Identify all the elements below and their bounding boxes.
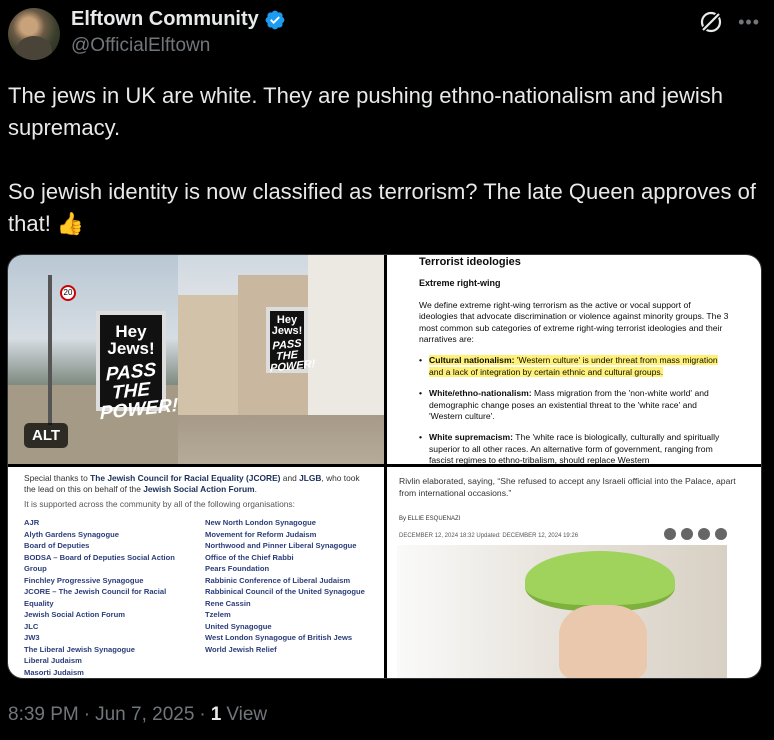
media-photo[interactable]: 20 Hey Jews! PASS THE POWER! Hey Jews! P… (8, 255, 384, 464)
media-article[interactable]: Rivlin elaborated, saying, “She refused … (387, 467, 761, 678)
org-item: JLC (24, 621, 39, 631)
mail-icon (664, 528, 676, 540)
speed-limit-sign: 20 (60, 285, 76, 301)
poster-right: Hey Jews! PASS THE POWER! (266, 307, 316, 375)
org-item: World Jewish Relief (205, 644, 277, 654)
doc-list-item: White/ethno-nationalism: Mass migration … (419, 388, 731, 422)
doc-term: White supremacism: (429, 432, 514, 443)
separator: · (83, 704, 91, 725)
org-item: Northwood and Pinner Liberal Synagogue (205, 541, 357, 551)
green-hat-shape (525, 551, 675, 611)
org-column-left: AJR Alyth Gardens Synagogue Board of Dep… (24, 517, 187, 678)
tweet-text: The jews in UK are white. They are pushi… (8, 80, 758, 240)
org-intro-text: . (254, 483, 257, 494)
org-item: Rabbinical Council of the United Synagog… (205, 587, 365, 597)
article-byline: By ELLIE ESQUENAZI (399, 516, 461, 522)
org-item: New North London Synagogue (205, 518, 316, 528)
doc-term: Cultural nationalism: (429, 355, 515, 366)
org-item: Rabbinic Conference of Liberal Judaism (205, 575, 351, 585)
tweet-date[interactable]: Jun 7, 2025 (95, 704, 194, 726)
media-grid: 20 Hey Jews! PASS THE POWER! Hey Jews! P… (7, 254, 762, 679)
org-item: The Liberal Jewish Synagogue (24, 644, 135, 654)
poster-hey-text: Hey Jews! (107, 322, 155, 358)
facebook-icon (698, 528, 710, 540)
org-intro-text: Special thanks to (24, 473, 91, 483)
org-item: Pears Foundation (205, 564, 270, 574)
poster-hey-text: Hey Jews! (271, 314, 303, 337)
tweet-paragraph: So jewish identity is now classified as … (8, 179, 756, 236)
org-item: Jewish Social Action Forum (24, 610, 125, 620)
grok-icon[interactable] (698, 9, 724, 35)
org-item: Masorti Judaism (24, 667, 84, 677)
org-item: Tzelem (205, 610, 231, 620)
org-support-text: It is supported across the community by … (24, 499, 295, 510)
org-item: Movement for Reform Judaism (205, 529, 317, 539)
tweet-paragraph: The jews in UK are white. They are pushi… (8, 83, 723, 140)
media-document[interactable]: Terrorist ideologies Extreme right-wing … (387, 255, 761, 464)
org-item: Finchley Progressive Synagogue (24, 575, 144, 585)
org-item: Alyth Gardens Synagogue (24, 529, 119, 539)
org-column-right: New North London Synagogue Movement for … (205, 517, 368, 678)
twitter-icon (681, 528, 693, 540)
author-row: Elftown Community (71, 8, 286, 31)
doc-intro: We define extreme right-wing terrorism a… (419, 299, 729, 345)
org-item: United Synagogue (205, 621, 272, 631)
org-intro-link: The Jewish Council for Racial Equality (… (90, 473, 281, 483)
alt-badge[interactable]: ALT (24, 423, 69, 448)
tweet-time[interactable]: 8:39 PM (8, 704, 79, 726)
views-count: 1 (210, 704, 222, 725)
org-intro: Special thanks to The Jewish Council for… (24, 473, 368, 494)
queen-photo (397, 545, 727, 678)
media-org-list[interactable]: Special thanks to The Jewish Council for… (8, 467, 384, 678)
org-item: BODSA – Board of Deputies Social Action … (24, 552, 175, 574)
street-photo: Hey Jews! PASS THE POWER! (178, 255, 384, 464)
terrorist-ideologies-doc: Terrorist ideologies Extreme right-wing … (387, 256, 761, 464)
org-item: Rene Cassin (205, 598, 251, 608)
org-item: JW3 (24, 633, 40, 643)
org-intro-link: Jewish Social Action Forum (143, 483, 255, 494)
display-name[interactable]: Elftown Community (71, 8, 259, 31)
org-item: West London Synagogue of British Jews (205, 633, 353, 643)
separator: · (199, 704, 206, 725)
verified-badge-icon (265, 10, 285, 29)
org-intro-text: and (280, 473, 300, 483)
views-label: View (226, 704, 268, 725)
organisations-doc: Special thanks to The Jewish Council for… (8, 467, 384, 678)
poster-pass-text: PASS THE POWER! (100, 359, 179, 425)
doc-list-item: Cultural nationalism: 'Western culture' … (419, 355, 731, 378)
doc-list-item: White supremacism: The 'white race is bi… (419, 432, 731, 464)
org-item: Board of Deputies (24, 541, 90, 551)
tweet-meta: 8:39 PM · Jun 7, 2025 · 1 View (8, 704, 267, 726)
org-item: Office of the Chief Rabbi (205, 552, 294, 562)
avatar[interactable] (8, 8, 60, 60)
org-item: Liberal Judaism (24, 656, 82, 666)
org-item: AJR (24, 518, 40, 528)
doc-subtitle: Extreme right-wing (419, 278, 501, 289)
org-item: JCORE – The Jewish Council for Racial Eq… (24, 587, 167, 608)
tweet-header: Elftown Community @OfficialElftown ••• (8, 6, 766, 62)
doc-title: Terrorist ideologies (419, 256, 521, 268)
poster-pass-text: PASS THE POWER! (270, 337, 316, 375)
org-intro-link: JLGB (299, 473, 322, 483)
poster-left: Hey Jews! PASS THE POWER! (96, 311, 178, 424)
whatsapp-icon (715, 528, 727, 540)
face-shape (559, 605, 647, 678)
doc-list: Cultural nationalism: 'Western culture' … (419, 355, 731, 464)
article-quote: Rivlin elaborated, saying, “She refused … (399, 476, 736, 498)
org-columns: AJR Alyth Gardens Synagogue Board of Dep… (24, 517, 368, 678)
share-icons (664, 528, 727, 540)
doc-term: White/ethno-nationalism: (429, 388, 532, 399)
handle[interactable]: @OfficialElftown (71, 35, 210, 57)
more-options-icon[interactable]: ••• (738, 12, 760, 33)
